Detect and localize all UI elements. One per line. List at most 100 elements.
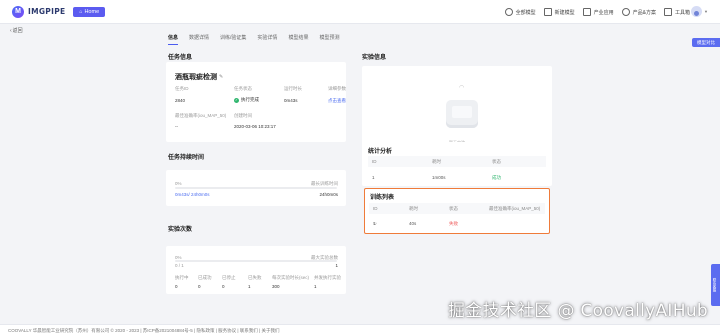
task-status-text: 执行完成 (241, 97, 259, 102)
tab-experiment-details[interactable]: 实验详情 (257, 34, 277, 45)
col-id: ID (373, 206, 378, 211)
params-label: 详细参数 (328, 86, 346, 91)
tab-model-prediction[interactable]: 模型预测 (319, 34, 339, 45)
nav-new-model[interactable]: 新建模型 (543, 8, 575, 16)
concurrent-value: 1 (314, 284, 317, 289)
row-id: 1 (372, 175, 375, 180)
task-status-label: 任务状态 (234, 86, 252, 91)
failed-value: 1 (248, 284, 251, 289)
view-params-link[interactable]: 点击查看 (328, 98, 346, 104)
plus-square-icon (543, 8, 552, 16)
experiment-info-title: 实验信息 (362, 55, 387, 61)
duration-progress-bar (175, 187, 337, 189)
count-max-value: 1 (335, 263, 338, 268)
chevron-left-icon: ‹ (10, 27, 12, 34)
location-icon (621, 8, 630, 16)
stopped-label: 已停止 (222, 275, 236, 280)
nav-label: 产业应用 (593, 9, 614, 16)
task-info-title: 任务信息 (168, 55, 193, 61)
running-label: 执行中 (175, 275, 189, 280)
run-duration-label: 运行时长 (284, 86, 302, 91)
duration-per-exp-value: 300 (272, 284, 280, 289)
nav-label: 工具箱 (674, 9, 690, 16)
robot-illustration: ◠ (442, 85, 482, 132)
table-row[interactable]: 1 1m00s 成功 (368, 172, 546, 183)
succeeded-value: 0 (198, 284, 201, 289)
col-best-acc: 最佳准确率(iou_MAP_50) (489, 205, 541, 211)
refresh-icon[interactable]: ↻ (373, 221, 377, 227)
row-time: 1m00s (432, 175, 446, 180)
logo-mark-icon: M (12, 5, 24, 18)
watermark-text: 掘金技术社区 @ CoovallyAIHub (447, 301, 708, 321)
concurrent-label: 并发执行实验 (314, 275, 341, 280)
edit-icon[interactable]: ✎ (219, 74, 223, 80)
task-name: 酒瓶瑕疵检测 ✎ (175, 72, 223, 82)
count-progress-bar (175, 260, 337, 262)
model-compare-button[interactable]: 模型对比 (692, 38, 720, 47)
task-duration-title: 任务持续时间 (168, 155, 205, 161)
stopped-value: 0 (222, 284, 225, 289)
user-menu[interactable]: ▼ (691, 6, 708, 17)
duration-per-exp-label: 每次实验时长(sec) (272, 275, 309, 280)
footer-text: COOVALLY 华晨智能工业研究院（苏州）有限公司 © 2020 - 2023… (8, 327, 280, 333)
table-row[interactable]: 1 ↻ 40s 失败 (369, 218, 545, 229)
contact-support-tab[interactable]: 联系客服 (711, 264, 720, 306)
best-acc-label: 最佳准确率(iou_MAP_50) (175, 113, 227, 118)
check-circle-icon: ✓ (234, 97, 239, 103)
training-header-row: ID 耗时 状态 最佳准确率(iou_MAP_50) (369, 203, 545, 214)
row-status: 成功 (492, 174, 501, 180)
logo[interactable]: M IMGPIPE (12, 5, 66, 18)
run-duration-value: 0m43s (284, 98, 298, 103)
nav-label: 全部模型 (515, 9, 536, 16)
failed-label: 已失败 (248, 275, 262, 280)
home-label: Home (84, 8, 100, 15)
avatar (691, 6, 703, 17)
nav-toolbox[interactable]: 工具箱 (663, 8, 690, 16)
task-duration-card: 0% 最长训练时间 0m43s/ 24h0m0s 24h0m0s (166, 170, 346, 206)
duration-progress-label: 0% (175, 181, 182, 186)
stats-header-row: ID 耗时 状态 (368, 156, 546, 167)
created-value: 2020-03-06 10:23:17 (234, 124, 276, 129)
col-time: 耗时 (409, 205, 418, 211)
back-link[interactable]: ‹ 返回 (10, 27, 23, 35)
experiment-info-card: ◠ 暂无实验 (362, 66, 552, 146)
tab-model-results[interactable]: 模型结果 (288, 34, 308, 45)
stats-card: 统计分析 ID 耗时 状态 1 1m00s 成功 (362, 142, 552, 186)
toolbox-icon (663, 8, 672, 16)
task-status-value: ✓ 执行完成 (234, 97, 259, 103)
tab-info[interactable]: 信息 (168, 34, 179, 45)
stats-title: 统计分析 (368, 149, 393, 155)
grid-icon (504, 8, 513, 16)
experiment-count-card: 0% 最大实验总数 0 / 1 1 执行中 0 已成功 0 已停止 0 已失败 … (166, 246, 346, 294)
tab-train-val-set[interactable]: 训练/验证集 (220, 34, 246, 45)
top-nav: 全部模型 新建模型 产业应用 产品&方案 工具箱 (504, 0, 690, 24)
nav-industry[interactable]: 产业应用 (582, 8, 614, 16)
col-id: ID (372, 159, 377, 164)
training-list-title: 训练列表 (370, 195, 395, 201)
tab-data-details[interactable]: 数据详情 (189, 34, 209, 45)
chevron-down-icon: ▼ (704, 9, 708, 14)
task-info-card: 酒瓶瑕疵检测 ✎ 任务ID 2840 任务状态 ✓ 执行完成 运行时长 0m43… (166, 62, 346, 142)
nav-label: 新建模型 (554, 9, 575, 16)
task-id-value: 2840 (175, 98, 186, 103)
col-status: 状态 (449, 205, 458, 211)
col-time: 耗时 (432, 158, 441, 164)
task-id-label: 任务ID (175, 86, 189, 91)
logo-text: IMGPIPE (28, 7, 66, 16)
succeeded-label: 已成功 (198, 275, 212, 280)
nav-all-models[interactable]: 全部模型 (504, 8, 536, 16)
col-status: 状态 (492, 158, 501, 164)
duration-max-value: 24h0m0s (319, 192, 338, 197)
experiment-count-title: 实验次数 (168, 227, 193, 233)
task-name-text: 酒瓶瑕疵检测 (175, 74, 217, 81)
row-time: 40s (409, 221, 417, 226)
tab-bar: 信息 数据详情 训练/验证集 实验详情 模型结果 模型预测 (168, 34, 339, 45)
nav-products[interactable]: 产品&方案 (621, 8, 656, 16)
wifi-icon: ◠ (459, 85, 465, 91)
created-label: 创建时间 (234, 113, 252, 118)
duration-used-value: 0m43s/ 24h0m0s (175, 192, 210, 197)
nav-label: 产品&方案 (632, 9, 656, 16)
home-button[interactable]: ⌂ Home (73, 6, 106, 17)
running-value: 0 (175, 284, 178, 289)
count-used-value: 0 / 1 (175, 263, 184, 268)
